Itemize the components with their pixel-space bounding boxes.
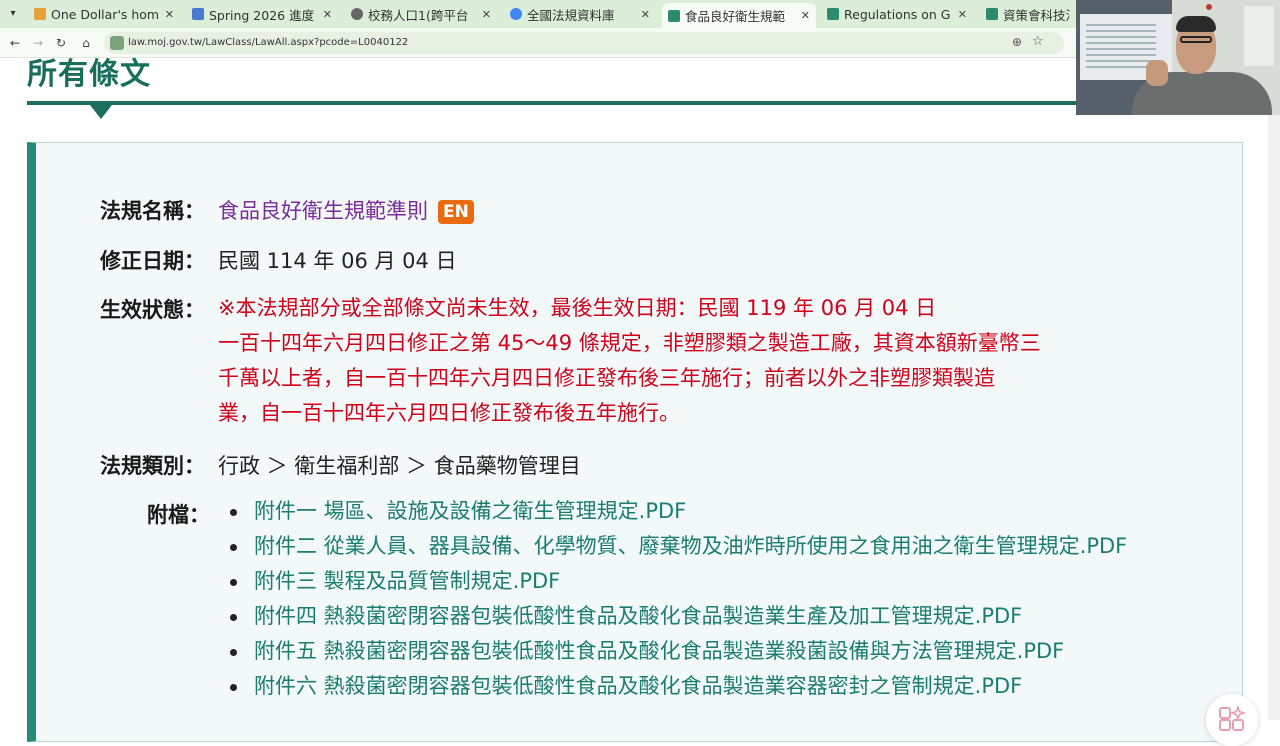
attachments-label: 附檔： — [147, 503, 210, 527]
tab-favicon-icon — [192, 8, 204, 20]
tab-title: 校務人口1(跨平台 — [368, 7, 469, 23]
site-info-icon[interactable] — [110, 36, 124, 50]
section-title: 所有條文 — [27, 57, 151, 92]
close-icon[interactable]: ✕ — [482, 8, 491, 21]
status-line: ※本法規部分或全部條文尚未生效，最後生效日期：民國 119 年 06 月 04 … — [218, 296, 937, 320]
tab-one-dollar[interactable]: One Dollar's hom ✕ — [28, 3, 180, 25]
tab-title: Regulations on G — [844, 6, 951, 22]
close-icon[interactable]: ✕ — [323, 8, 332, 21]
floating-menu-button[interactable] — [1206, 694, 1258, 746]
bullet-icon — [230, 509, 237, 516]
bullet-icon — [230, 614, 237, 621]
bullet-icon — [230, 579, 237, 586]
apps-icon — [1219, 706, 1246, 731]
tab-title: Spring 2026 進度 — [209, 7, 315, 23]
tab-school-population[interactable]: 校務人口1(跨平台 ✕ — [345, 3, 497, 25]
status-text: ※本法規部分或全部條文尚未生效，最後生效日期：民國 119 年 06 月 04 … — [218, 291, 1041, 431]
attachment-link[interactable]: 附件四 熱殺菌密閉容器包裝低酸性食品及酸化食品製造業生產及加工管理規定.PDF — [254, 599, 1022, 634]
law-name-value: 食品良好衛生規範準則 — [218, 199, 428, 223]
close-icon[interactable]: ✕ — [958, 8, 967, 21]
law-name-label: 法規名稱： — [100, 199, 205, 223]
tab-tech-law[interactable]: 資策會科技法律 — [980, 3, 1076, 25]
reload-icon[interactable]: ↻ — [52, 34, 70, 52]
section-arrow-icon — [90, 105, 112, 119]
bullet-icon — [230, 684, 237, 691]
google-icon — [510, 8, 522, 20]
category-label: 法規類別： — [100, 454, 205, 478]
tab-regulations[interactable]: Regulations on G ✕ — [821, 3, 973, 25]
close-icon[interactable]: ✕ — [641, 8, 650, 21]
tab-favicon-icon — [668, 9, 680, 22]
webcam-overlay — [1076, 0, 1280, 115]
law-name-row: 食品良好衛生規範準則 EN — [218, 195, 474, 225]
tab-favicon-icon — [351, 8, 363, 20]
status-line: 業，自一百十四年六月四日修正發布後五年施行。 — [218, 401, 680, 425]
en-badge[interactable]: EN — [438, 200, 474, 224]
bookmark-star-icon[interactable]: ☆ — [1032, 34, 1044, 49]
tab-spring-2026[interactable]: Spring 2026 進度 ✕ — [186, 3, 338, 25]
url-text: law.moj.gov.tw/LawClass/LawAll.aspx?pcod… — [128, 37, 409, 48]
page-scrollbar[interactable] — [1268, 60, 1280, 720]
amend-date-label: 修正日期： — [100, 249, 205, 273]
tab-search-icon[interactable]: ▾ — [4, 5, 22, 23]
tab-favicon-icon — [986, 8, 998, 20]
amend-date-value: 民國 114 年 06 月 04 日 — [218, 249, 457, 273]
attachment-link[interactable]: 附件三 製程及品質管制規定.PDF — [254, 564, 560, 599]
address-bar[interactable]: law.moj.gov.tw/LawClass/LawAll.aspx?pcod… — [104, 32, 1064, 54]
attachment-link[interactable]: 附件五 熱殺菌密閉容器包裝低酸性食品及酸化食品製造業殺菌設備與方法管理規定.PD… — [254, 634, 1064, 669]
tab-title: 資策會科技法律 — [1003, 7, 1070, 23]
section-divider — [27, 101, 1242, 105]
attachment-link[interactable]: 附件一 場區、設施及設備之衛生管理規定.PDF — [254, 494, 686, 529]
tab-favicon-icon — [827, 8, 839, 20]
zoom-icon[interactable]: ⊕ — [1012, 35, 1022, 49]
category-value: 行政 ＞ 衛生福利部 ＞ 食品藥物管理目 — [218, 454, 581, 478]
status-line: 一百十四年六月四日修正之第 45～49 條規定，非塑膠類之製造工廠，其資本額新臺… — [218, 331, 1041, 355]
tab-title: One Dollar's hom — [51, 6, 160, 22]
tab-favicon-icon — [34, 8, 46, 20]
tab-title: 食品良好衛生規範 — [685, 9, 786, 24]
tab-food-hygiene[interactable]: 食品良好衛生規範 ✕ — [662, 3, 816, 28]
tab-title: 全國法規資料庫 — [527, 7, 615, 23]
close-icon[interactable]: ✕ — [165, 8, 174, 21]
tab-law-database[interactable]: 全國法規資料庫 ✕ — [504, 3, 656, 25]
status-label: 生效狀態： — [100, 298, 205, 322]
attachment-link[interactable]: 附件二 從業人員、器具設備、化學物質、廢棄物及油炸時所使用之食用油之衛生管理規定… — [254, 529, 1127, 564]
bullet-icon — [230, 544, 237, 551]
status-line: 千萬以上者，自一百十四年六月四日修正發布後三年施行；前者以外之非塑膠類製造 — [218, 366, 995, 390]
forward-icon[interactable]: → — [29, 34, 47, 52]
close-icon[interactable]: ✕ — [801, 9, 810, 22]
bullet-icon — [230, 649, 237, 656]
home-icon[interactable]: ⌂ — [77, 34, 95, 52]
back-icon[interactable]: ← — [6, 34, 24, 52]
attachment-link[interactable]: 附件六 熱殺菌密閉容器包裝低酸性食品及酸化食品製造業容器密封之管制規定.PDF — [254, 669, 1022, 704]
page-content: 所有條文 法規名稱： 食品良好衛生規範準則 EN 修正日期： 民國 114 年 0… — [0, 57, 1280, 746]
